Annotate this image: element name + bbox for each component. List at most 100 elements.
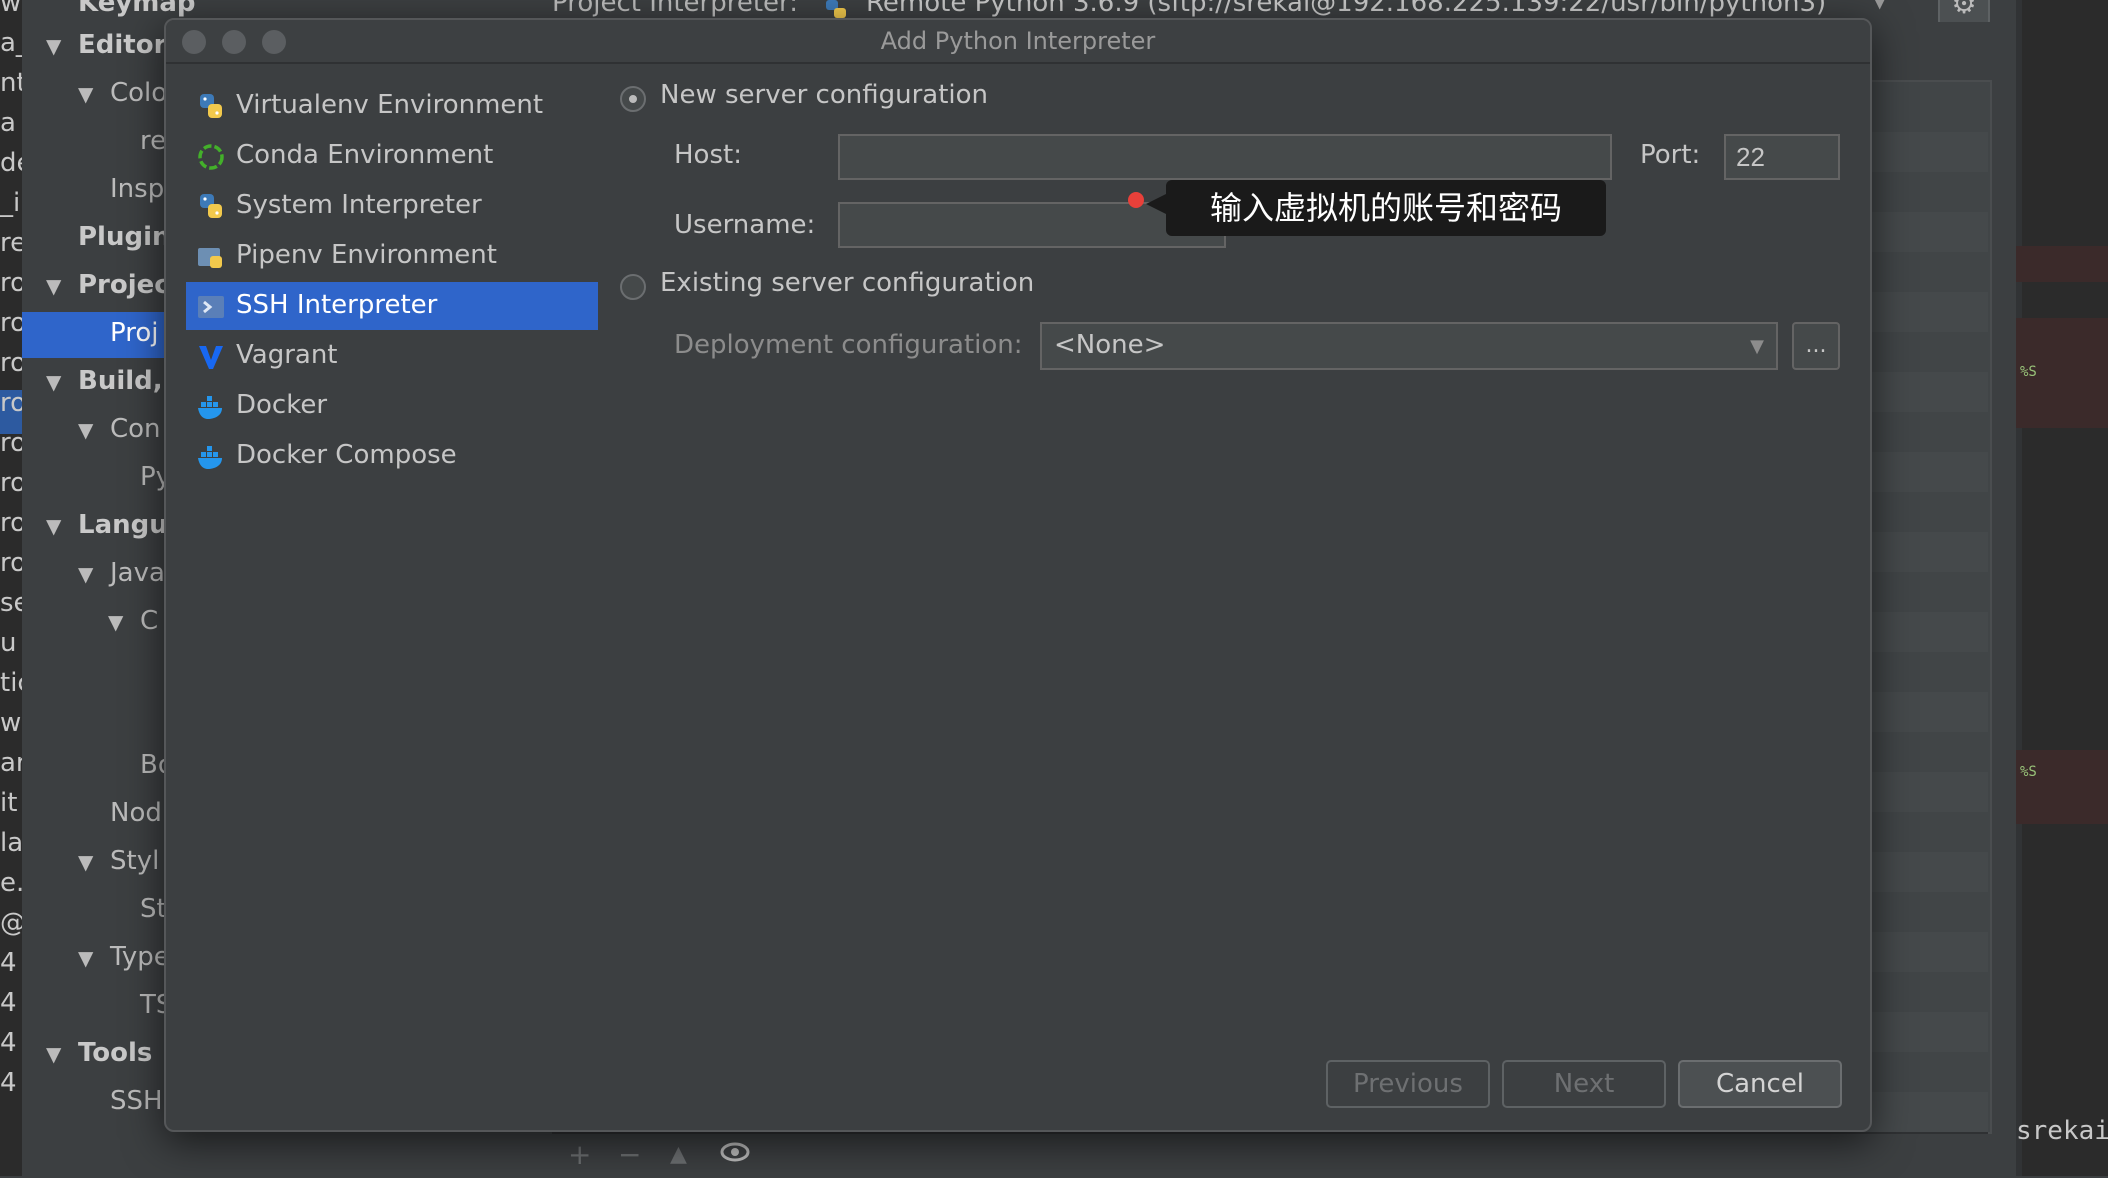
left-column-text: ro: [0, 348, 22, 378]
gear-icon[interactable]: ⚙: [1938, 0, 1990, 22]
port-input[interactable]: [1724, 134, 1840, 180]
add-python-interpreter-dialog: Add Python Interpreter Virtualenv Enviro…: [164, 18, 1872, 1132]
new-server-label[interactable]: New server configuration: [660, 80, 988, 110]
interpreter-type-item[interactable]: Docker: [186, 382, 598, 430]
tree-node[interactable]: Build,: [78, 366, 163, 396]
tree-node[interactable]: Plugin: [78, 222, 171, 252]
interpreter-type-label: Vagrant: [236, 340, 338, 370]
upgrade-package-icon[interactable]: ▲: [670, 1142, 687, 1167]
project-interpreter-select[interactable]: Remote Python 3.6.9 (sftp://srekai@192.1…: [866, 0, 1826, 18]
left-cutoff-column: w a_nti a de _ire ro ro ro ro ro ro ro ro se u tic ws ar i…: [0, 0, 22, 1176]
next-button[interactable]: Next: [1502, 1060, 1666, 1108]
ssh-icon: [196, 292, 226, 322]
left-column-text: ro: [0, 428, 22, 458]
annotation-tooltip: 输入虚拟机的账号和密码: [1166, 180, 1606, 236]
tree-node[interactable]: Nod: [110, 798, 162, 828]
tree-node[interactable]: Insp: [110, 174, 164, 204]
tree-expand-arrow-icon[interactable]: ▼: [78, 946, 93, 970]
editor-highlight-row: [2016, 750, 2108, 824]
cancel-button[interactable]: Cancel: [1678, 1060, 1842, 1108]
tree-node[interactable]: Editor: [78, 30, 166, 60]
previous-button[interactable]: Previous: [1326, 1060, 1490, 1108]
interpreter-type-item[interactable]: Conda Environment: [186, 132, 598, 180]
remove-package-icon[interactable]: −: [618, 1138, 641, 1171]
packages-toolbar: + − ▲: [552, 1132, 1988, 1178]
left-column-text: it: [0, 788, 18, 818]
editor-text: srekai/D: [2016, 1116, 2108, 1146]
left-column-text: u: [0, 628, 17, 658]
tree-expand-arrow-icon[interactable]: ▼: [78, 418, 93, 442]
tree-expand-arrow-icon[interactable]: ▼: [46, 370, 61, 394]
tree-expand-arrow-icon[interactable]: ▼: [46, 1042, 61, 1066]
left-column-text: @: [0, 908, 22, 938]
interpreter-type-item[interactable]: SSH Interpreter: [186, 282, 598, 330]
left-column-text: ro: [0, 388, 22, 418]
left-column-text: ro: [0, 268, 22, 298]
conda-icon: [196, 142, 226, 172]
deployment-config-select[interactable]: <None> ▼: [1040, 322, 1778, 370]
pipenv-icon: [196, 242, 226, 272]
new-server-radio[interactable]: [620, 86, 646, 112]
editor-highlight-row: [2016, 246, 2108, 282]
interpreter-type-item[interactable]: Vagrant: [186, 332, 598, 380]
interpreter-type-label: Docker Compose: [236, 440, 457, 470]
tree-expand-arrow-icon[interactable]: ▼: [46, 514, 61, 538]
tree-node[interactable]: Type: [110, 942, 170, 972]
left-column-text: 4: [0, 988, 17, 1018]
deployment-config-label: Deployment configuration:: [674, 330, 1023, 360]
tree-node[interactable]: Con: [110, 414, 161, 444]
left-column-text: 4: [0, 1068, 17, 1098]
left-column-text: ws: [0, 708, 22, 738]
docker-icon: [196, 392, 226, 422]
tree-expand-arrow-icon[interactable]: ▼: [78, 82, 93, 106]
chevron-down-icon[interactable]: ▼: [1872, 0, 1918, 18]
left-column-text: se: [0, 588, 22, 618]
interpreter-type-label: Docker: [236, 390, 328, 420]
browse-deployment-button[interactable]: ...: [1792, 322, 1840, 370]
username-label: Username:: [674, 210, 816, 240]
tree-node[interactable]: Java: [110, 558, 165, 588]
tree-node[interactable]: Proj: [110, 318, 158, 348]
tree-node[interactable]: St: [140, 894, 167, 924]
project-interpreter-label: Project Interpreter:: [552, 0, 799, 18]
left-column-text: re: [0, 228, 22, 258]
interpreter-type-item[interactable]: Pipenv Environment: [186, 232, 598, 280]
tree-node[interactable]: Keymap: [78, 0, 196, 18]
tree-expand-arrow-icon[interactable]: ▼: [78, 562, 93, 586]
left-column-text: _i: [0, 188, 21, 218]
tree-node[interactable]: Langu: [78, 510, 168, 540]
tree-node[interactable]: Tools: [78, 1038, 152, 1068]
tree-node[interactable]: C: [140, 606, 158, 636]
left-column-text: de: [0, 148, 22, 178]
host-input[interactable]: [838, 134, 1612, 180]
left-column-text: ar: [0, 748, 22, 778]
existing-server-radio[interactable]: [620, 274, 646, 300]
left-column-text: a: [0, 108, 16, 138]
interpreter-type-item[interactable]: Virtualenv Environment: [186, 82, 598, 130]
python-icon: [196, 192, 226, 222]
add-package-icon[interactable]: +: [568, 1138, 591, 1171]
chevron-down-icon: ▼: [1750, 336, 1764, 357]
interpreter-type-item[interactable]: Docker Compose: [186, 432, 598, 480]
host-label: Host:: [674, 140, 742, 170]
tree-node[interactable]: Projec: [78, 270, 170, 300]
left-column-text: 4: [0, 948, 17, 978]
tree-node[interactable]: Styl: [110, 846, 159, 876]
interpreter-type-label: Conda Environment: [236, 140, 494, 170]
tree-expand-arrow-icon[interactable]: ▼: [46, 274, 61, 298]
tree-node[interactable]: SSH: [110, 1086, 163, 1116]
port-label: Port:: [1640, 140, 1701, 170]
interpreter-type-list: Virtualenv Environment Conda Environment S…: [186, 82, 598, 1052]
tree-node[interactable]: re: [140, 126, 166, 156]
docker-icon: [196, 442, 226, 472]
left-column-text: 4: [0, 1028, 17, 1058]
tree-expand-arrow-icon[interactable]: ▼: [78, 850, 93, 874]
left-column-text: a_: [0, 28, 22, 58]
interpreter-type-item[interactable]: System Interpreter: [186, 182, 598, 230]
eye-icon[interactable]: [720, 1138, 750, 1171]
existing-server-label[interactable]: Existing server configuration: [660, 268, 1034, 298]
tree-expand-arrow-icon[interactable]: ▼: [108, 610, 123, 634]
tree-expand-arrow-icon[interactable]: ▼: [46, 34, 61, 58]
code-editor: %S %S srekai/D: [2016, 0, 2108, 1176]
tree-node[interactable]: Colo: [110, 78, 167, 108]
